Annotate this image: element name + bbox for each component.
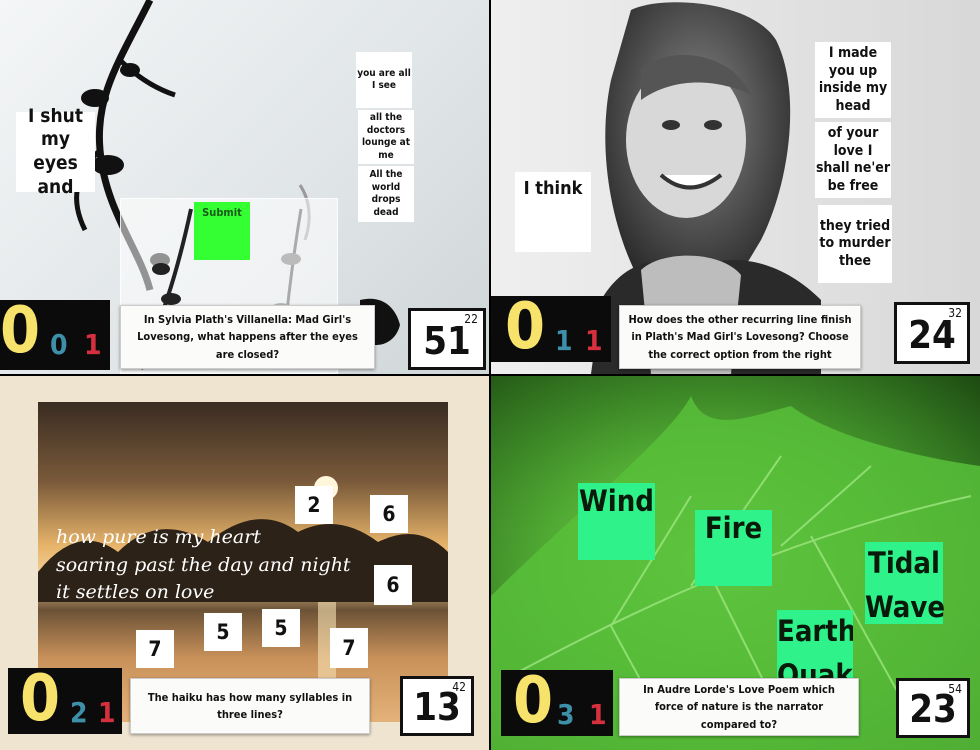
score-secondary: 2	[70, 696, 88, 729]
timer-value: 13	[413, 685, 461, 729]
answer-card-blank[interactable]: I think	[515, 172, 591, 252]
option-card[interactable]: I made you up inside my head	[815, 42, 891, 118]
question-box: In Sylvia Plath's Villanella: Mad Girl's…	[120, 305, 375, 369]
option-card[interactable]: you are all I see	[356, 52, 412, 108]
quiz-panel-3: how pure is my heart soaring past the da…	[0, 376, 489, 750]
submit-button[interactable]: Submit	[194, 202, 250, 260]
score-board: 0 2 1	[8, 662, 122, 736]
number-card[interactable]: 7	[330, 628, 368, 668]
timer-value: 24	[908, 313, 956, 357]
option-card[interactable]: of your love I shall ne'er be free	[815, 122, 891, 198]
score-tertiary: 1	[585, 324, 603, 357]
quiz-panel-1: I shut my eyes and you are all I see all…	[0, 0, 489, 374]
number-card[interactable]: 6	[374, 565, 412, 605]
score-main: 0	[513, 664, 554, 738]
timer-value: 23	[909, 687, 957, 731]
option-card-wind[interactable]: Wind	[578, 483, 655, 560]
timer-box: 42 13	[400, 676, 474, 736]
number-card[interactable]: 2	[295, 486, 333, 524]
option-card[interactable]: they tried to murder thee	[818, 205, 892, 283]
score-secondary: 1	[555, 324, 573, 357]
option-card-tidal-wave[interactable]: Tidal Wave	[865, 542, 945, 624]
quiz-panel-4: Wind Fire Tidal Wave Earth Quake 0 3 1 I…	[491, 376, 980, 750]
score-secondary: 3	[557, 698, 575, 731]
timer-box: 32 24	[894, 302, 970, 364]
quiz-panel-2: I think I made you up inside my head of …	[491, 0, 980, 374]
haiku-line: how pure is my heart	[56, 526, 261, 548]
score-board: 0 3 1	[501, 664, 613, 738]
number-card[interactable]: 5	[204, 613, 242, 651]
question-box: The haiku has how many syllables in thre…	[130, 678, 370, 734]
haiku-line: it settles on love	[56, 581, 215, 604]
score-tertiary: 1	[98, 696, 116, 729]
score-tertiary: 1	[84, 328, 102, 361]
number-card[interactable]: 7	[136, 630, 174, 668]
option-card[interactable]: All the world drops dead	[358, 166, 414, 222]
timer-value: 51	[423, 319, 471, 363]
number-card[interactable]: 5	[262, 609, 300, 647]
timer-box: 54 23	[896, 678, 970, 738]
number-card[interactable]: 6	[370, 495, 408, 533]
score-board: 0 0 1	[0, 294, 110, 370]
haiku-poem: how pure is my heart soaring past the da…	[56, 524, 351, 607]
score-main: 0	[20, 662, 61, 736]
score-board: 0 1 1	[491, 290, 611, 364]
question-box: In Audre Lorde's Love Poem which force o…	[619, 678, 859, 736]
option-card-fire[interactable]: Fire	[695, 510, 772, 586]
score-secondary: 0	[50, 328, 68, 361]
answer-card-blank[interactable]: I shut my eyes and	[16, 105, 95, 198]
question-box: How does the other recurring line finish…	[619, 305, 861, 369]
score-main: 0	[0, 294, 41, 368]
option-card[interactable]: all the doctors lounge at me	[358, 110, 414, 164]
haiku-line: soaring past the day and night	[56, 553, 351, 576]
score-main: 0	[505, 290, 546, 364]
score-tertiary: 1	[589, 698, 607, 731]
timer-box: 22 51	[408, 308, 486, 370]
